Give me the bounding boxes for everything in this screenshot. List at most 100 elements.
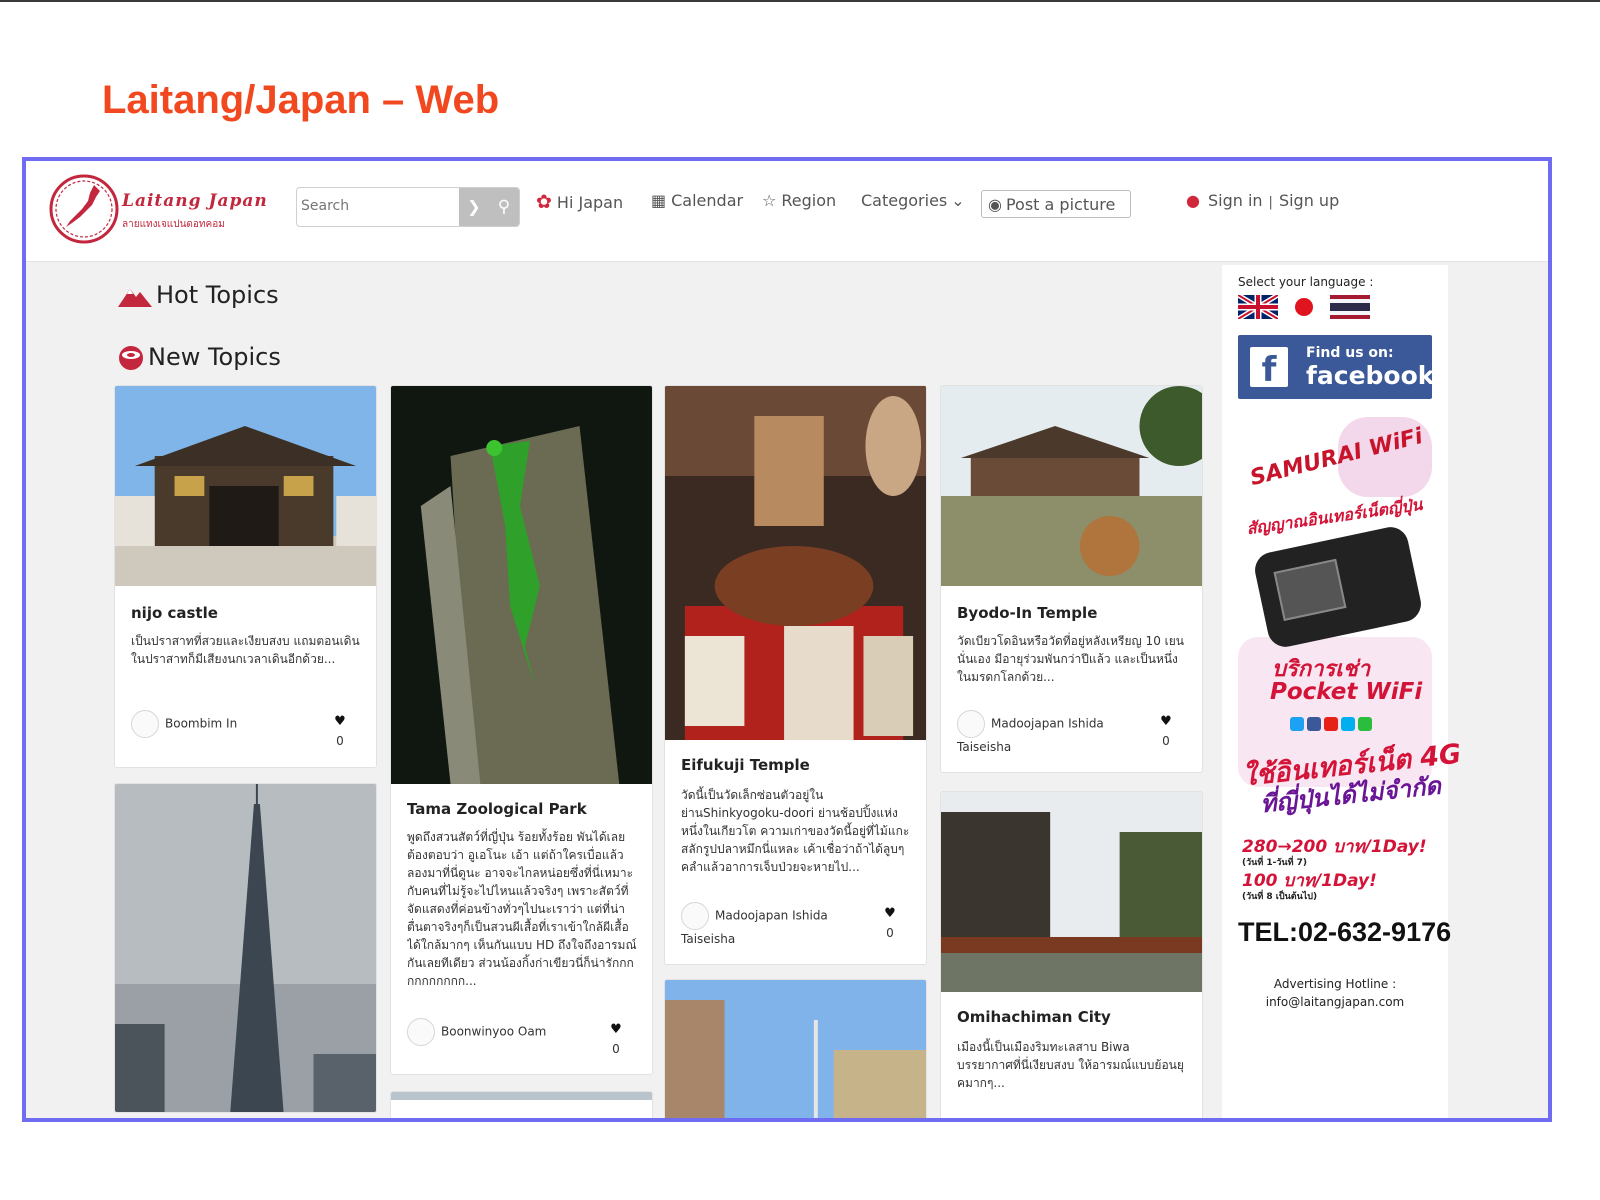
nav-categories-dropdown[interactable]: Categories ⌄ [861, 191, 965, 210]
auth-links: ● Sign in | Sign up [1186, 191, 1339, 210]
uk-flag-icon[interactable] [1238, 295, 1278, 319]
avatar [407, 1018, 435, 1046]
card-description: เป็นปราสาทที่สวยและเงียบสงบ แถมตอนเดินใน… [131, 634, 360, 666]
heart-icon[interactable]: ♥ [882, 906, 898, 921]
avatar [131, 710, 159, 738]
youtube-icon [1324, 716, 1338, 731]
avatar [681, 902, 709, 930]
search-box: ❯ ⚲ [296, 187, 520, 227]
card-author-name: Madoojapan Ishida [991, 716, 1104, 731]
card-author[interactable]: Boombim In [131, 710, 237, 738]
grid-icon: ▦ [651, 191, 667, 210]
camera-icon: ◉ [988, 195, 1002, 214]
topic-card-tama-zoological-park[interactable]: Tama Zoological Park พูดถึงสวนสัตว์ที่ญี… [390, 385, 653, 1075]
card-title[interactable]: Omihachiman City [957, 1008, 1111, 1026]
pocket-wifi-device-icon [1251, 523, 1425, 651]
hot-topics-heading: Hot Topics [118, 281, 279, 309]
topic-card-nijo-castle[interactable]: nijo castle เป็นปราสาทที่สวยและเงียบสงบ … [114, 385, 377, 768]
line-icon [1358, 716, 1372, 731]
facebook-icon: f [1250, 347, 1288, 390]
ad-telephone: TEL:02-632-9176 [1238, 917, 1452, 947]
like-count: 0 [1162, 734, 1170, 748]
sign-in-link[interactable]: Sign in [1208, 191, 1263, 210]
language-label: Select your language : [1238, 275, 1374, 289]
samurai-wifi-ad[interactable]: SAMURAI WiFi สัญญาณอินเทอร์เน็ตญี่ปุ่น บ… [1238, 417, 1463, 977]
topic-card-tower[interactable] [114, 783, 377, 1113]
advertising-email[interactable]: info@laitangjapan.com [1222, 995, 1448, 1009]
facebook-wordmark: facebook [1306, 361, 1435, 390]
new-topics-heading: New Topics [118, 343, 281, 371]
chevron-down-icon[interactable]: ❯ [459, 188, 489, 226]
post-picture-button[interactable]: ◉ Post a picture [981, 190, 1131, 218]
card-place: Taiseisha [681, 932, 736, 946]
card-place: Taiseisha [957, 740, 1012, 754]
card-author-name: Madoojapan Ishida [715, 908, 828, 923]
card-title[interactable]: Eifukuji Temple [681, 756, 810, 774]
card-author-name: Boombim In [165, 716, 238, 731]
card-description: วัดนี้เป็นวัดเล็กซ่อนตัวอยู่ในย่านShinky… [681, 788, 910, 874]
card-image [391, 386, 652, 784]
japan-map-logo-icon [49, 174, 119, 244]
card-author[interactable]: Madoojapan Ishida [957, 710, 1104, 738]
topic-card-street[interactable] [664, 979, 927, 1118]
japan-flag-icon[interactable] [1293, 296, 1315, 318]
thai-flag-icon[interactable] [1330, 295, 1371, 319]
nav-hi-japan-label: Hi Japan [556, 193, 624, 212]
ad-price-note-2: (วันที่ 8 เป็นต้นไป) [1242, 892, 1318, 902]
facebook-icon [1307, 716, 1321, 731]
language-flags [1238, 295, 1380, 319]
card-title[interactable]: Tama Zoological Park [407, 800, 587, 818]
card-author[interactable]: Madoojapan Ishida [681, 902, 828, 930]
facebook-find-label: Find us on: [1306, 345, 1394, 361]
topic-card-omihachiman-city[interactable]: Omihachiman City เมืองนี้เป็นเมืองริมทะเ… [940, 791, 1203, 1118]
card-title[interactable]: nijo castle [131, 604, 218, 622]
chevron-down-icon: ⌄ [951, 191, 965, 210]
topic-card-byodo-in-temple[interactable]: Byodo-In Temple วัดเบียวโดอินหรือวัดที่อ… [940, 385, 1203, 773]
new-topics-label: New Topics [148, 343, 281, 371]
heart-icon[interactable]: ♥ [1158, 714, 1174, 729]
card-image [391, 1092, 652, 1100]
like-count: 0 [336, 734, 344, 748]
heart-icon[interactable]: ♥ [332, 714, 348, 729]
top-border [0, 0, 1600, 2]
card-image [665, 980, 926, 1118]
heart-icon[interactable]: ♥ [608, 1022, 624, 1037]
site-logo[interactable]: Laitang Japan ลายแทงเจแปนดอทคอม [46, 171, 276, 251]
auth-separator: | [1268, 195, 1273, 210]
topic-card-eifukuji-temple[interactable]: Eifukuji Temple วัดนี้เป็นวัดเล็กซ่อนตัว… [664, 385, 927, 965]
slide-title: Laitang/Japan – Web [102, 78, 500, 122]
topic-card-partial[interactable] [390, 1091, 653, 1118]
card-image [941, 792, 1202, 992]
ad-pocket-line-2: Pocket WiFi [1270, 679, 1423, 705]
card-image [665, 386, 926, 740]
logo-text: Laitang Japan [122, 191, 268, 211]
sushi-icon [119, 346, 143, 370]
logo-subtext: ลายแทงเจแปนดอทคอม [122, 219, 225, 230]
twitter-icon [1290, 716, 1304, 731]
nav-categories-label: Categories [861, 191, 948, 210]
post-picture-label: Post a picture [1005, 195, 1116, 214]
skype-icon [1341, 716, 1355, 731]
avatar [957, 710, 985, 738]
card-description: วัดเบียวโดอินหรือวัดที่อยู่หลังเหรียญ 10… [957, 634, 1184, 684]
card-author-name: Boonwinyoo Oam [441, 1024, 547, 1039]
nav-hi-japan[interactable]: ✿ Hi Japan [536, 191, 623, 213]
hot-topics-label: Hot Topics [156, 281, 279, 309]
browser-screenshot-frame: Laitang Japan ลายแทงเจแปนดอทคอม ❯ ⚲ ✿Hi … [22, 157, 1552, 1122]
like-count: 0 [612, 1042, 620, 1056]
search-icon[interactable]: ⚲ [489, 188, 519, 226]
card-description: เมืองนี้เป็นเมืองริมทะเลสาบ Biwa บรรยากา… [957, 1040, 1184, 1090]
ad-social-icons [1290, 713, 1375, 732]
nav-region[interactable]: ☆ Region [762, 191, 836, 210]
card-image [941, 386, 1202, 586]
site-header: Laitang Japan ลายแทงเจแปนดอทคอม ❯ ⚲ ✿Hi … [26, 161, 1548, 262]
nav-calendar-label: Calendar [671, 191, 744, 210]
card-author[interactable]: Boonwinyoo Oam [407, 1018, 546, 1046]
card-description: พูดถึงสวนสัตว์ที่ญี่ปุ่น ร้อยทั้งร้อย พั… [407, 830, 637, 988]
nav-region-label: Region [781, 191, 837, 210]
nav-calendar[interactable]: ▦ Calendar [651, 191, 743, 210]
facebook-banner[interactable]: f Find us on: facebook [1238, 335, 1435, 399]
sign-up-link[interactable]: Sign up [1279, 191, 1339, 210]
card-title[interactable]: Byodo-In Temple [957, 604, 1097, 622]
search-input[interactable] [297, 188, 463, 224]
